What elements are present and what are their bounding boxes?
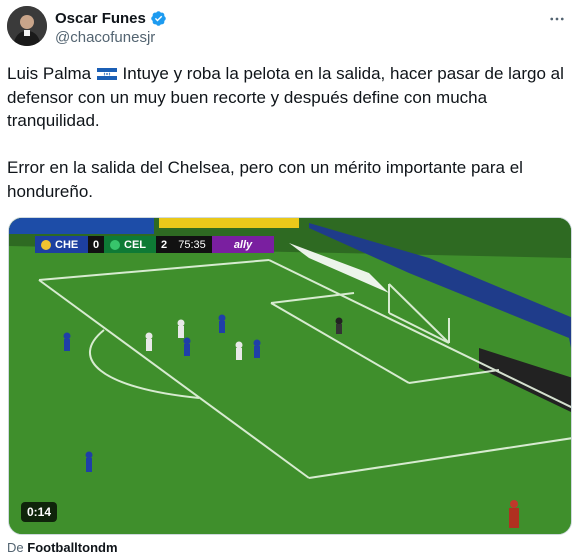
video-attribution: De Footballtondm [7, 540, 118, 553]
honduras-flag-icon [96, 68, 117, 80]
more-options-button[interactable] [545, 7, 569, 31]
author-handle[interactable]: @chacofunesjr [55, 29, 167, 46]
che-crest-icon [41, 239, 51, 250]
attribution-source-link[interactable]: Footballtondm [27, 540, 117, 553]
scoreboard-sponsor: ally [212, 236, 274, 253]
scoreboard-score1: 0 [88, 236, 104, 253]
football-pitch-frame [9, 218, 571, 534]
scoreboard: CHE 0 CEL 2 75:35 ally [35, 236, 274, 253]
tweet-header: Oscar Funes @chacofunesjr [7, 5, 571, 49]
scoreboard-team2: CEL [104, 236, 156, 253]
verified-badge-icon [151, 10, 166, 26]
avatar[interactable] [7, 6, 47, 46]
scoreboard-score2: 2 [156, 236, 172, 253]
author-display-name[interactable]: Oscar Funes [55, 10, 146, 27]
cel-crest-icon [110, 239, 120, 250]
team2-label: CEL [124, 238, 146, 251]
scoreboard-team1: CHE [35, 236, 88, 253]
tweet-text-part1: Luis Palma [7, 64, 96, 83]
video-player[interactable]: CHE 0 CEL 2 75:35 ally 0:14 [8, 217, 572, 535]
avatar-photo-icon [7, 6, 47, 46]
attribution-prefix: De [7, 540, 24, 553]
author-names: Oscar Funes @chacofunesjr [55, 8, 167, 46]
tweet-text: Luis Palma Intuye y roba la pelota en la… [7, 62, 573, 203]
team1-label: CHE [55, 238, 79, 251]
tweet-text-part2: Intuye y roba la pelota en la salida, ha… [7, 64, 564, 201]
more-horizontal-icon [550, 17, 564, 21]
video-duration-badge: 0:14 [21, 502, 58, 522]
scoreboard-clock: 75:35 [172, 236, 212, 253]
